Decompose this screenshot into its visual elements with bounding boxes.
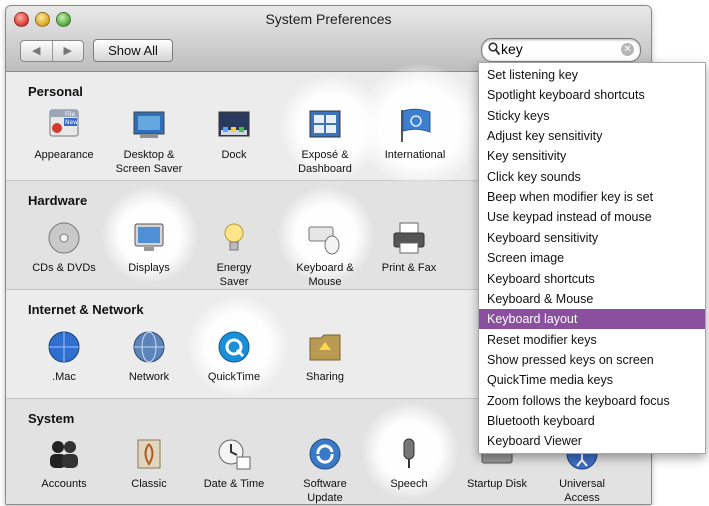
network-globe-icon	[130, 328, 168, 366]
pane-label: .Mac	[52, 371, 76, 383]
desktop-icon	[130, 106, 168, 144]
suggestion-item[interactable]: Key sensitivity	[479, 146, 705, 166]
suggestion-item[interactable]: Set listening key	[479, 65, 705, 85]
section-title-personal: Personal	[28, 84, 83, 99]
suggestion-item[interactable]: Keyboard Viewer	[479, 431, 705, 451]
window-title: System Preferences	[265, 11, 392, 27]
suggestion-item[interactable]: Adjust key sensitivity	[479, 126, 705, 146]
pane-software-update[interactable]: Software Update	[283, 435, 367, 504]
flag-icon	[396, 106, 434, 144]
software-update-icon	[306, 435, 344, 473]
pane-dock[interactable]: Dock	[192, 106, 276, 162]
pane-label: International	[384, 149, 446, 161]
lightbulb-icon	[215, 219, 253, 257]
suggestion-item[interactable]: Sticky keys	[479, 106, 705, 126]
accounts-icon	[45, 435, 83, 473]
quicktime-icon	[215, 328, 253, 366]
printer-icon	[390, 219, 428, 257]
appearance-icon-file: File	[65, 111, 75, 118]
pane-label: CDs & DVDs	[32, 262, 96, 274]
suggestion-item[interactable]: Click key sounds	[479, 167, 705, 187]
search-input[interactable]	[501, 41, 611, 57]
pane-label: Desktop & Screen Saver	[115, 149, 183, 175]
clock-calendar-icon	[215, 435, 253, 473]
display-icon	[130, 219, 168, 257]
pane-label: Energy Saver	[216, 262, 252, 288]
suggestion-item[interactable]: Use keypad instead of mouse	[479, 207, 705, 227]
suggestion-item[interactable]: Keyboard layout	[479, 309, 705, 330]
suggestion-item[interactable]: Spotlight keyboard shortcuts	[479, 85, 705, 105]
disc-icon	[45, 219, 83, 257]
pane-international[interactable]: International	[367, 106, 463, 162]
pane-label: Classic	[131, 478, 167, 490]
pane-label: Print & Fax	[381, 262, 437, 274]
suggestion-item[interactable]: Keyboard & Mouse	[479, 289, 705, 309]
pane-label: Sharing	[306, 371, 344, 383]
pane-displays[interactable]: Displays	[107, 219, 191, 275]
search-icon	[488, 42, 501, 56]
clear-search-icon[interactable]: ✕	[621, 43, 634, 56]
pane-label: Appearance	[34, 149, 94, 161]
appearance-icon: File New	[45, 106, 83, 144]
sharing-folder-icon	[306, 328, 344, 366]
pane-label: Exposé & Dashboard	[298, 149, 352, 175]
expose-icon	[306, 106, 344, 144]
pane-label: QuickTime	[207, 371, 261, 383]
search-suggestions-menu: Set listening key Spotlight keyboard shor…	[478, 62, 706, 454]
pane-date-time[interactable]: Date & Time	[192, 435, 276, 491]
show-all-button[interactable]: Show All	[93, 39, 173, 62]
suggestion-item[interactable]: Beep when modifier key is set	[479, 187, 705, 207]
suggestion-item[interactable]: Zoom follows the keyboard focus	[479, 391, 705, 411]
pane-label: Universal Access	[559, 478, 605, 504]
suggestion-item[interactable]: Show pressed keys on screen	[479, 350, 705, 370]
classic-icon	[130, 435, 168, 473]
back-forward-control: ◀ ▶	[20, 40, 84, 62]
pane-desktop-screen-saver[interactable]: Desktop & Screen Saver	[107, 106, 191, 176]
section-title-system: System	[28, 411, 75, 426]
pane-energy-saver[interactable]: Energy Saver	[192, 219, 276, 289]
back-arrow-icon[interactable]: ◀	[21, 41, 53, 61]
pane-label: Startup Disk	[467, 478, 527, 490]
pane-label: Dock	[221, 149, 247, 161]
suggestion-item[interactable]: Bluetooth keyboard	[479, 411, 705, 431]
pane-label: Network	[128, 371, 170, 383]
pane-sharing[interactable]: Sharing	[283, 328, 367, 384]
suggestion-item[interactable]: Screen image	[479, 248, 705, 268]
suggestion-item[interactable]: Reset modifier keys	[479, 330, 705, 350]
keyboard-mouse-icon	[306, 219, 344, 257]
pane-quicktime[interactable]: QuickTime	[192, 328, 276, 384]
suggestion-item[interactable]: Keyboard shortcuts	[479, 269, 705, 289]
pane-cds-dvds[interactable]: CDs & DVDs	[22, 219, 106, 275]
pane-label: Date & Time	[203, 478, 265, 490]
pane-keyboard-mouse[interactable]: Keyboard & Mouse	[283, 219, 367, 289]
pane-network[interactable]: Network	[107, 328, 191, 384]
pane-speech[interactable]: Speech	[367, 435, 451, 491]
section-title-internet: Internet & Network	[28, 302, 144, 317]
section-title-hardware: Hardware	[28, 193, 88, 208]
pane-appearance[interactable]: File New Appearance	[22, 106, 106, 162]
search-field[interactable]: ✕	[481, 38, 641, 62]
pane-label: Speech	[390, 478, 428, 490]
pane-label: Keyboard & Mouse	[296, 262, 354, 288]
suggestion-item[interactable]: QuickTime media keys	[479, 370, 705, 390]
pane-classic[interactable]: Classic	[107, 435, 191, 491]
pane-label: Software Update	[303, 478, 347, 504]
pane-label: Accounts	[41, 478, 87, 490]
dock-icon	[215, 106, 253, 144]
pane-print-fax[interactable]: Print & Fax	[367, 219, 451, 275]
pane-mac[interactable]: .Mac	[22, 328, 106, 384]
pane-accounts[interactable]: Accounts	[22, 435, 106, 491]
pane-label: Displays	[128, 262, 170, 274]
microphone-icon	[390, 435, 428, 473]
globe-icon	[45, 328, 83, 366]
suggestion-item[interactable]: Keyboard sensitivity	[479, 228, 705, 248]
forward-arrow-icon[interactable]: ▶	[53, 41, 84, 61]
pane-expose-dashboard[interactable]: Exposé & Dashboard	[283, 106, 367, 176]
appearance-icon-new: New	[65, 119, 78, 126]
